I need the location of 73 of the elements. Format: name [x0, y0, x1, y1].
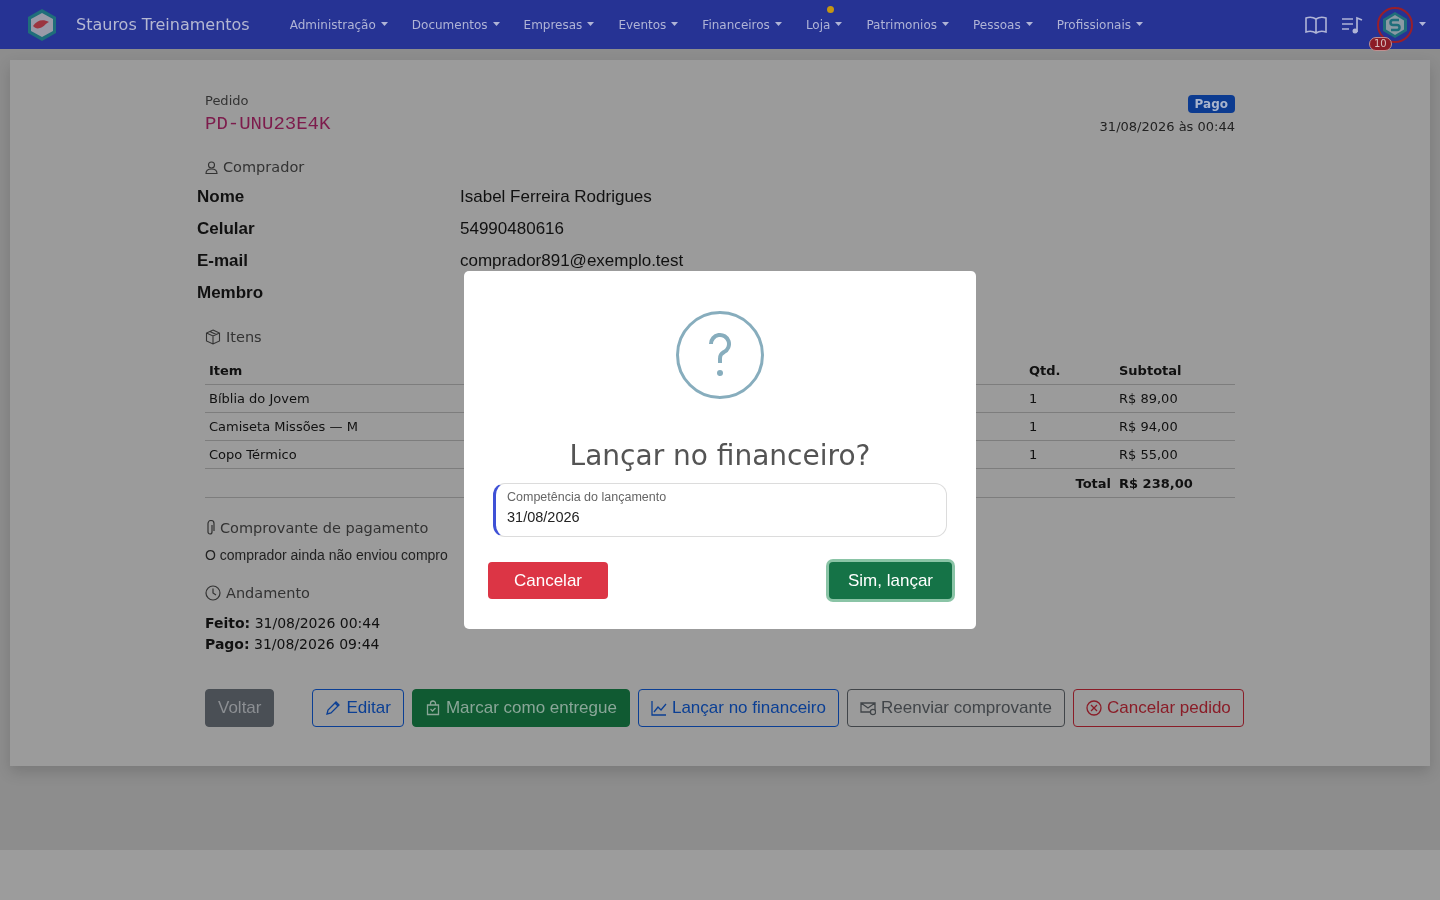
table-cell: R$ 94,00	[1115, 413, 1235, 441]
action-button[interactable]: Marcar como entregue	[411, 689, 630, 727]
caret-icon	[942, 22, 949, 27]
menu-item[interactable]: Financeiros	[690, 17, 794, 32]
section-heading: Comprador	[223, 159, 305, 175]
section-heading: Andamento	[226, 585, 310, 601]
date-field[interactable]: Competência do lançamento 31/08/2026	[493, 483, 947, 537]
date-input[interactable]: 31/08/2026	[507, 509, 935, 525]
menu-item[interactable]: Eventos	[606, 17, 691, 32]
caret-icon	[671, 22, 679, 27]
caret-icon	[1025, 22, 1033, 27]
timeline-entry: Pago: 31/08/2026 09:44	[205, 635, 381, 654]
close-circle-icon	[1086, 700, 1102, 716]
table-cell: R$ 89,00	[1115, 385, 1235, 413]
dialog-button[interactable]: Cancelar	[488, 562, 608, 599]
pencil-icon	[325, 700, 342, 716]
section-heading: Comprovante de pagamento	[220, 520, 429, 536]
paperclip-icon	[205, 520, 215, 536]
menu-item[interactable]: Patrimonios	[854, 17, 961, 32]
total-value: R$ 238,00	[1115, 469, 1235, 498]
book-icon[interactable]	[1305, 15, 1327, 34]
chart-icon	[650, 700, 667, 716]
caret-icon	[774, 22, 782, 27]
brand-name[interactable]: Stauros Treinamentos	[76, 15, 250, 34]
empty-message: O comprador ainda não enviou compro	[205, 547, 448, 563]
field-value: 54990480616	[460, 219, 565, 239]
notification-badge: 10	[1369, 36, 1392, 51]
caret-icon	[380, 22, 388, 27]
menu-item[interactable]: Documentos	[399, 17, 512, 32]
table-cell: 1	[1025, 441, 1115, 469]
total-label: Total	[1025, 469, 1115, 498]
menu-item[interactable]: Profissionais	[1044, 17, 1155, 32]
action-button[interactable]: Editar	[312, 689, 404, 727]
menu-item[interactable]: Pessoas	[961, 17, 1045, 32]
menu-item[interactable]: Loja	[793, 17, 855, 32]
field-label: Competência do lançamento	[507, 490, 668, 504]
action-button[interactable]: Lançar no financeiro	[637, 689, 839, 727]
bag-icon	[424, 700, 441, 716]
table-cell: 1	[1025, 413, 1115, 441]
caret-icon	[492, 22, 500, 27]
field-label: E-mail	[197, 251, 250, 271]
playlist-icon[interactable]	[1341, 15, 1363, 34]
field-label: Membro	[197, 283, 265, 303]
dialog-title: Lançar no financeiro?	[569, 439, 871, 472]
column-header: Subtotal	[1115, 357, 1235, 385]
clock-icon	[205, 585, 221, 601]
field-label: Nome	[197, 187, 246, 207]
caret-icon	[835, 22, 843, 27]
timeline-entry: Feito: 31/08/2026 00:44	[205, 614, 382, 633]
question-icon	[676, 311, 764, 399]
order-date: 31/08/2026 às 00:44	[1099, 119, 1235, 134]
section-heading: Itens	[226, 329, 262, 345]
field-value: comprador891@exemplo.test	[460, 251, 685, 271]
caret-icon	[1135, 22, 1143, 27]
envelope-icon	[860, 700, 876, 716]
table-cell: R$ 55,00	[1115, 441, 1235, 469]
column-header: Qtd.	[1025, 357, 1115, 385]
order-label: Pedido	[205, 93, 250, 108]
dialog-button[interactable]: Sim, lançar	[828, 562, 952, 599]
caret-icon	[587, 22, 595, 27]
caret-icon	[1419, 22, 1426, 27]
action-button[interactable]: Reenviar comprovante	[847, 689, 1065, 727]
menu-item[interactable]: Empresas	[511, 17, 607, 32]
field-label: Celular	[197, 219, 256, 239]
menu-item[interactable]: Administração	[277, 17, 400, 32]
table-cell: 1	[1025, 385, 1115, 413]
logo-icon[interactable]	[25, 7, 59, 42]
user-icon	[205, 160, 218, 174]
order-code: PD-UNU23E4K	[205, 113, 331, 135]
status-badge: Pago	[1187, 95, 1235, 113]
box-icon	[205, 329, 221, 345]
field-value: Isabel Ferreira Rodrigues	[460, 187, 653, 207]
action-button[interactable]: Cancelar pedido	[1073, 689, 1244, 727]
